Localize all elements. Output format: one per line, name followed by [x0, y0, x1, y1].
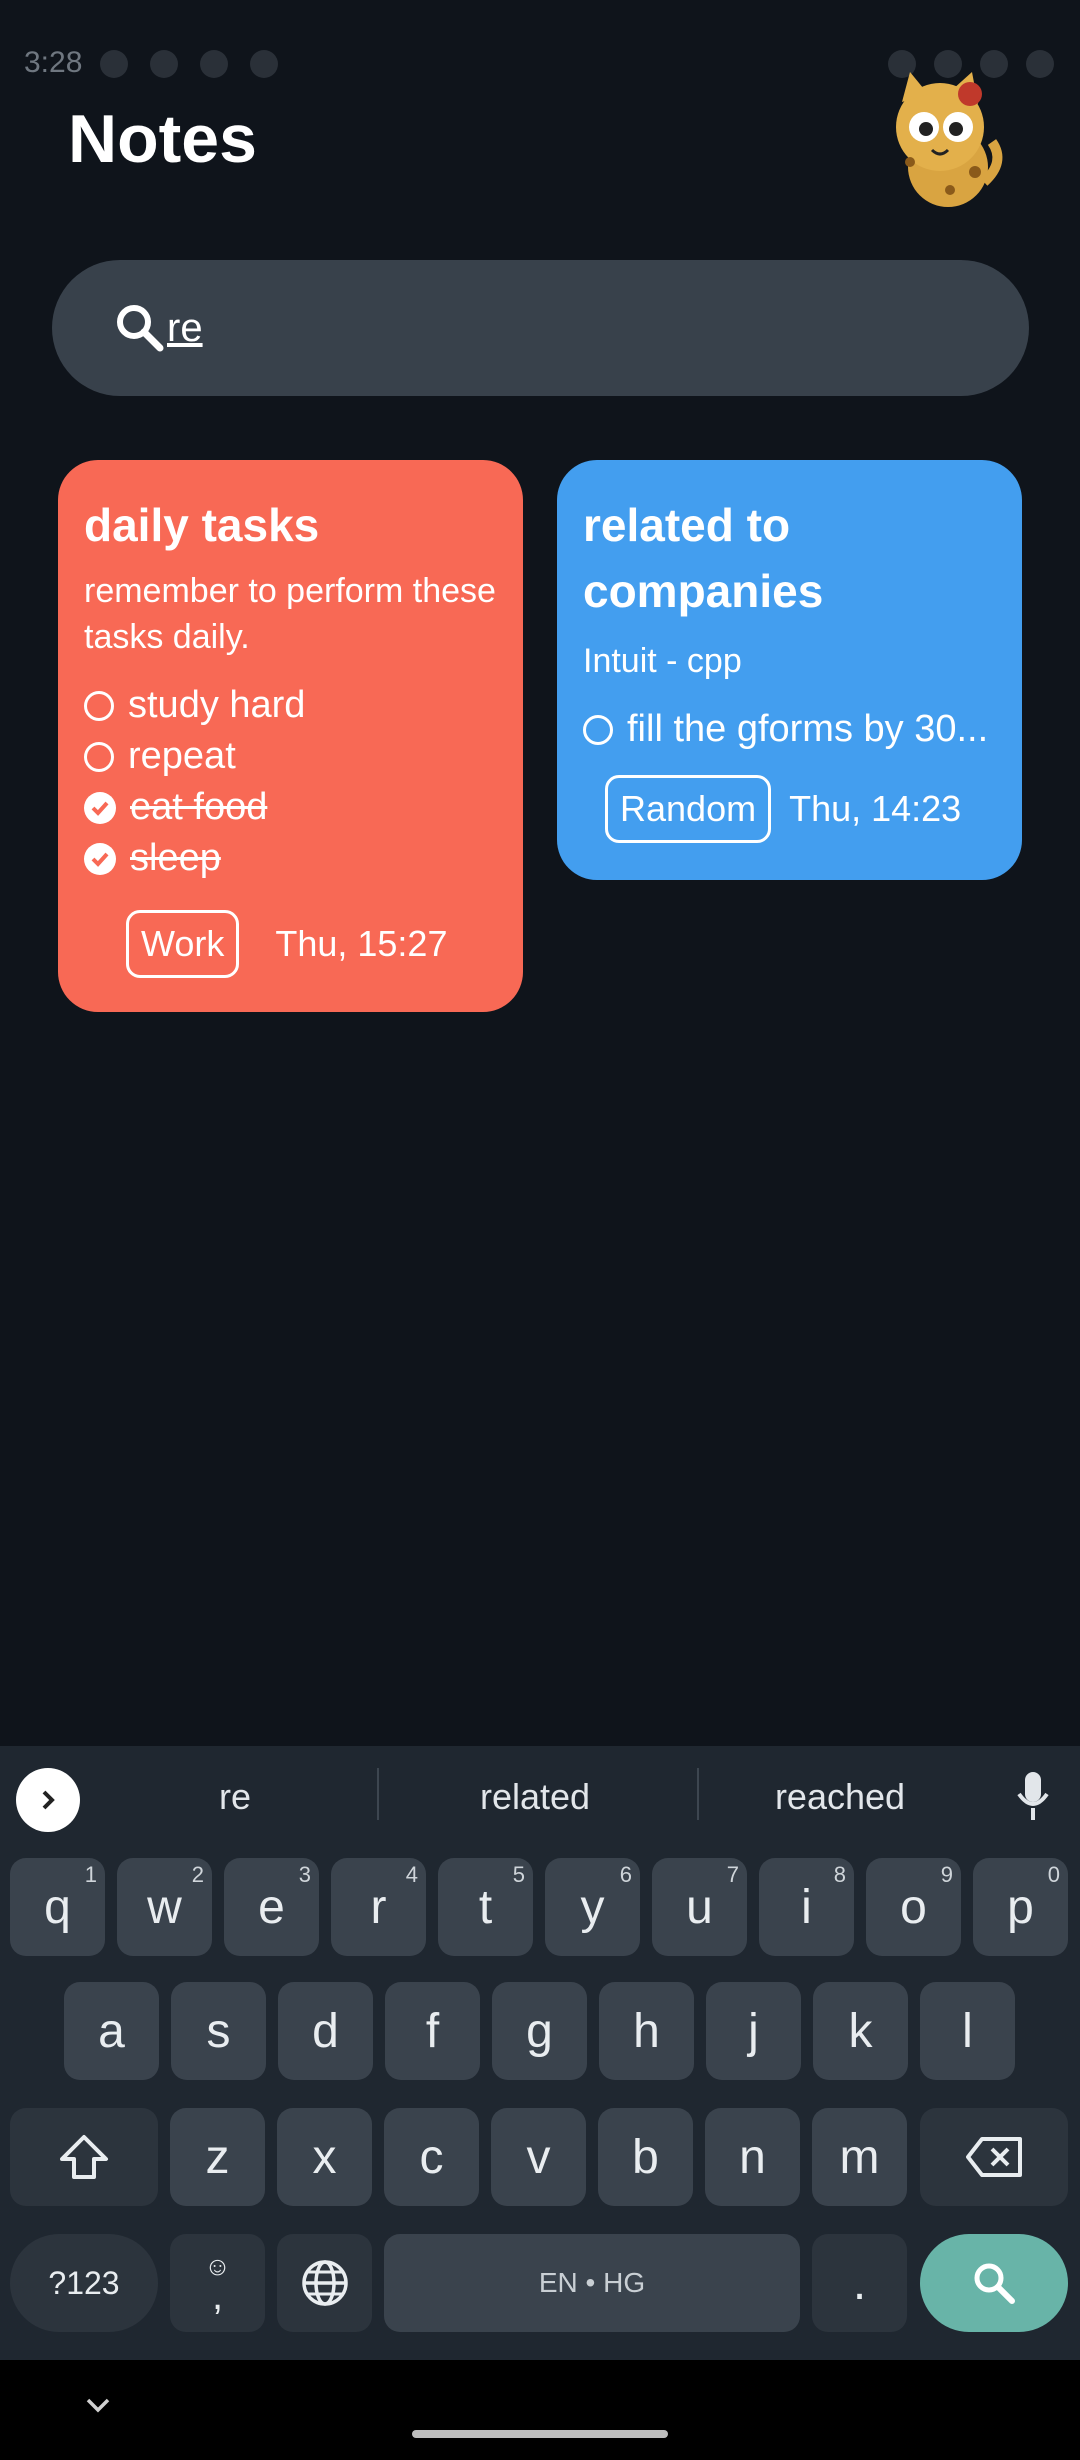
unchecked-circle-icon [84, 690, 114, 721]
key-e[interactable]: e3 [224, 1858, 319, 1956]
key-g[interactable]: g [492, 1982, 587, 2080]
checklist-item: repeat [84, 731, 497, 782]
unchecked-circle-icon [84, 741, 114, 772]
chevron-right-icon [42, 1790, 55, 1810]
notification-icon [250, 50, 278, 78]
suggestion-item[interactable]: related [420, 1776, 650, 1818]
key-t[interactable]: t5 [438, 1858, 533, 1956]
status-notification-icons [100, 50, 278, 78]
chevron-down-icon[interactable] [82, 2390, 114, 2422]
space-key[interactable]: EN • HG [384, 2234, 800, 2332]
checked-circle-icon [84, 791, 116, 824]
key-j[interactable]: j [706, 1982, 801, 2080]
key-w[interactable]: w2 [117, 1858, 212, 1956]
key-r[interactable]: r4 [331, 1858, 426, 1956]
checklist-item-label: eat food [130, 786, 268, 828]
note-description: Intuit - cpp [583, 642, 742, 680]
unchecked-circle-icon [583, 714, 613, 745]
search-icon [117, 305, 164, 352]
key-l[interactable]: l [920, 1982, 1015, 2080]
suggestion-divider [697, 1768, 699, 1820]
checklist-item: fill the gforms by 30... [583, 704, 996, 755]
search-bar[interactable] [52, 260, 1029, 396]
key-i[interactable]: i8 [759, 1858, 854, 1956]
note-title: daily tasks [84, 499, 320, 551]
notification-icon [200, 50, 228, 78]
key-o[interactable]: o9 [866, 1858, 961, 1956]
checklist-item: sleep [84, 833, 497, 884]
backspace-key[interactable] [920, 2108, 1068, 2206]
language-key[interactable] [277, 2234, 372, 2332]
home-gesture-bar[interactable] [412, 2430, 668, 2438]
key-c[interactable]: c [384, 2108, 479, 2206]
checked-circle-icon [84, 842, 116, 875]
key-p[interactable]: p0 [973, 1858, 1068, 1956]
period-key[interactable]: . [812, 2234, 907, 2332]
key-h[interactable]: h [599, 1982, 694, 2080]
key-q[interactable]: q1 [10, 1858, 105, 1956]
shift-key[interactable] [10, 2108, 158, 2206]
note-checklist: fill the gforms by 30... [583, 704, 996, 755]
suggestion-item[interactable]: reached [720, 1776, 960, 1818]
key-n[interactable]: n [705, 2108, 800, 2206]
mic-icon[interactable] [1015, 1770, 1051, 1824]
search-enter-key[interactable] [920, 2234, 1068, 2332]
keyboard: re related reached q1 w2 e3 r4 t5 y6 u7 … [0, 1746, 1080, 2360]
avatar[interactable] [880, 72, 1010, 212]
note-footer: Work Thu, 15:27 [126, 910, 497, 978]
battery-icon [1026, 50, 1054, 78]
suggestion-divider [377, 1768, 379, 1820]
key-k[interactable]: k [813, 1982, 908, 2080]
symbols-key[interactable]: ?123 [10, 2234, 158, 2332]
key-b[interactable]: b [598, 2108, 693, 2206]
key-z[interactable]: z [170, 2108, 265, 2206]
emoji-comma-key[interactable]: ☺ , [170, 2234, 265, 2332]
note-tag: Random [605, 775, 772, 843]
globe-icon [301, 2260, 348, 2306]
key-d[interactable]: d [278, 1982, 373, 2080]
status-time: 3:28 [24, 46, 83, 79]
notification-icon [150, 50, 178, 78]
backspace-icon [966, 2137, 1022, 2177]
search-input[interactable] [167, 290, 947, 366]
checklist-item-label: study hard [128, 684, 306, 726]
checklist-item-label: sleep [130, 837, 221, 879]
note-tag: Work [126, 910, 240, 978]
key-u[interactable]: u7 [652, 1858, 747, 1956]
key-f[interactable]: f [385, 1982, 480, 2080]
note-card[interactable]: daily tasks remember to perform these ta… [58, 460, 523, 1012]
key-m[interactable]: m [812, 2108, 907, 2206]
checklist-item-label: fill the gforms by 30... [627, 708, 989, 750]
page-title: Notes [68, 101, 257, 177]
key-s[interactable]: s [171, 1982, 266, 2080]
shift-icon [60, 2135, 108, 2179]
checklist-item: study hard [84, 680, 497, 731]
cat-avatar-icon [896, 72, 1003, 207]
note-description: remember to perform these tasks daily. [84, 572, 496, 656]
note-footer: Random Thu, 14:23 [605, 775, 996, 843]
navigation-bar [0, 2360, 1080, 2460]
note-title: related to companies [583, 499, 824, 617]
notification-icon [100, 50, 128, 78]
note-card[interactable]: related to companies Intuit - cpp fill t… [557, 460, 1022, 880]
suggestion-strip: re related reached [0, 1746, 1080, 1846]
checklist-item-label: repeat [128, 735, 236, 777]
expand-toolbar-button[interactable] [16, 1768, 80, 1832]
search-icon [974, 2263, 1015, 2304]
note-checklist: study hard repeat eat food sleep [84, 680, 497, 884]
key-x[interactable]: x [277, 2108, 372, 2206]
note-date: Thu, 14:23 [789, 788, 962, 829]
checklist-item: eat food [84, 782, 497, 833]
note-date: Thu, 15:27 [275, 923, 448, 964]
key-a[interactable]: a [64, 1982, 159, 2080]
suggestion-item[interactable]: re [140, 1776, 330, 1818]
key-v[interactable]: v [491, 2108, 586, 2206]
key-y[interactable]: y6 [545, 1858, 640, 1956]
